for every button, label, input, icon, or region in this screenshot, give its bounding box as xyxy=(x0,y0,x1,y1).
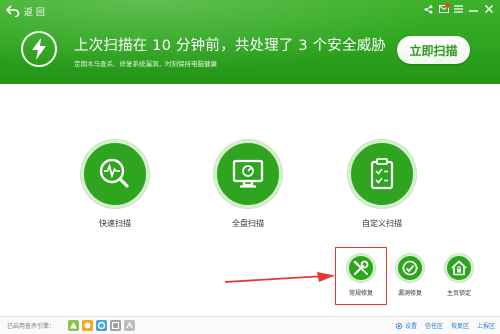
back-label: 返 回 xyxy=(24,7,45,18)
trust-zone-link[interactable]: 信任区 xyxy=(425,321,443,330)
full-scan-option[interactable]: 全盘扫描 xyxy=(211,140,285,229)
bitdefender-engine-icon[interactable] xyxy=(96,320,107,331)
custom-scan-label: 自定义扫描 xyxy=(362,219,402,228)
settings-label: 设置 xyxy=(404,323,417,330)
routine-repair-label: 常规修复 xyxy=(348,290,373,297)
last-scan-headline: 上次扫描在 10 分钟前，共处理了 3 个安全威胁 xyxy=(74,38,387,54)
quick-scan-option[interactable]: 快速扫描 xyxy=(78,140,152,229)
footer-links: 设置 信任区 恢复区 上报区 xyxy=(395,321,495,330)
checklist-icon xyxy=(348,140,416,208)
custom-scan-option[interactable]: 自定义扫描 xyxy=(340,140,424,229)
full-scan-label: 全盘扫描 xyxy=(232,219,264,228)
gear-icon xyxy=(395,322,403,329)
engine-list xyxy=(68,320,135,331)
home-lock-icon xyxy=(445,254,473,282)
footer-bar: 已启用查杀引擎： 设置 信任区 恢复区 上报区 xyxy=(0,316,500,334)
wrench-screwdriver-icon xyxy=(347,254,375,282)
homepage-lock-tool[interactable]: 主页锁定 xyxy=(439,254,479,297)
minimize-icon[interactable] xyxy=(466,2,481,16)
engines-label: 已启用查杀引擎： xyxy=(7,323,56,330)
cloud-engine-icon[interactable] xyxy=(68,320,79,331)
header-subline: 定期木马查杀、修复系统漏洞，时刻保持电脑健康 xyxy=(74,60,217,68)
vulnerability-repair-tool[interactable]: 漏洞修复 xyxy=(390,254,430,297)
notification-dot xyxy=(445,3,450,8)
share-icon[interactable] xyxy=(421,2,436,16)
bug-fix-icon xyxy=(396,254,424,282)
vulnerability-repair-label: 漏洞修复 xyxy=(397,290,422,297)
monitor-icon xyxy=(214,140,282,208)
avira-engine-icon[interactable] xyxy=(124,320,135,331)
back-arrow-icon xyxy=(6,5,20,17)
back-button[interactable]: 返 回 xyxy=(6,3,45,19)
system-repair-engine-icon[interactable] xyxy=(110,320,121,331)
homepage-lock-label: 主页锁定 xyxy=(446,290,471,297)
window-controls xyxy=(421,2,496,16)
pointer-arrow xyxy=(225,272,335,283)
restore-zone-link[interactable]: 恢复区 xyxy=(451,321,469,330)
mail-icon[interactable] xyxy=(436,2,451,16)
header-banner: 返 回 上次扫描在 10 分钟前，共处理了 3 个安全威胁 定期木马查杀、修复系… xyxy=(0,0,500,84)
qvm-engine-icon[interactable] xyxy=(82,320,93,331)
quick-scan-label: 快速扫描 xyxy=(99,219,131,228)
menu-icon[interactable] xyxy=(451,2,466,16)
close-icon[interactable] xyxy=(481,2,496,16)
activity-monitor-icon xyxy=(81,140,149,208)
report-zone-link[interactable]: 上报区 xyxy=(477,321,495,330)
lightning-bolt-icon xyxy=(21,31,57,67)
scan-now-button[interactable]: 立即扫描 xyxy=(397,36,470,64)
settings-link[interactable]: 设置 xyxy=(395,321,417,330)
routine-repair-tool[interactable]: 常规修复 xyxy=(341,254,381,297)
